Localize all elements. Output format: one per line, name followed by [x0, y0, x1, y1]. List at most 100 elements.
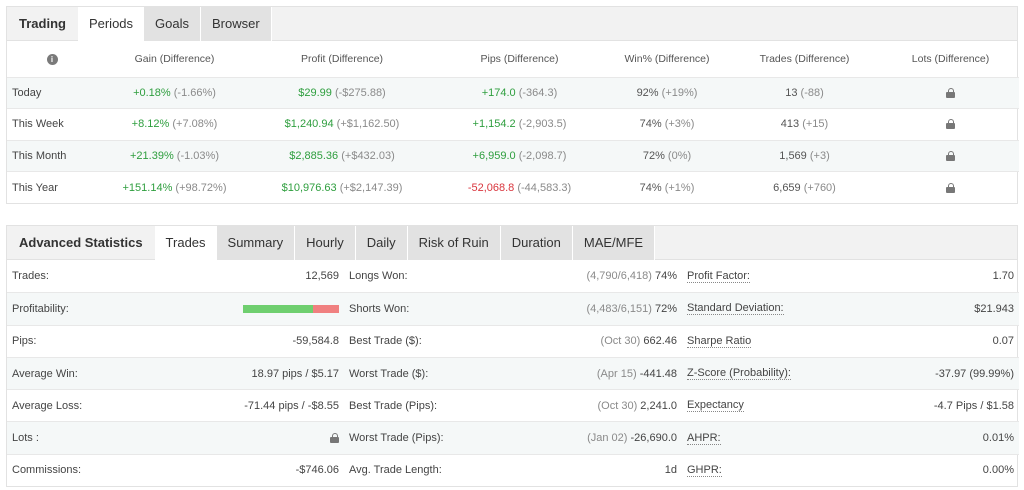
- stat-label: Lots :: [12, 432, 39, 445]
- profitability-lost-segment: [313, 305, 339, 314]
- stat-paren: (4,790/6,418): [586, 270, 652, 283]
- stat-label: Avg. Trade Length:: [349, 464, 442, 477]
- stat-value: $21.943: [974, 302, 1014, 315]
- tab-trading[interactable]: Trading: [7, 7, 78, 41]
- stat-value: 1d: [665, 464, 677, 476]
- stat-label: Pips:: [12, 335, 37, 348]
- stat-paren: (Apr 15): [596, 367, 637, 380]
- stat-value: (4,790/6,418) 74%: [586, 270, 677, 282]
- periods-table: i Gain (Difference) Profit (Difference) …: [7, 41, 1019, 203]
- stat-label[interactable]: Standard Deviation:: [687, 302, 784, 316]
- stat-label: Longs Won:: [349, 270, 408, 283]
- profit-diff: (+$2,147.39): [339, 181, 403, 194]
- tab-goals[interactable]: Goals: [144, 7, 201, 41]
- pips-cell: +6,959.0 (-2,098.7): [432, 139, 607, 172]
- stat-profit-factor: Profit Factor: 1.70: [682, 260, 1019, 292]
- stat-ghpr: GHPR: 0.00%: [682, 453, 1019, 486]
- lots-cell: [882, 139, 1019, 172]
- gain-cell: +8.12% (+7.08%): [97, 108, 252, 140]
- stat-label: Worst Trade (Pips):: [349, 432, 444, 445]
- stat-label[interactable]: AHPR:: [687, 432, 721, 445]
- tab-periods[interactable]: Periods: [77, 7, 145, 41]
- win-value: 92%: [636, 86, 659, 99]
- stat-worst-trade-dollar: Worst Trade ($): (Apr 15) -441.48: [344, 356, 682, 390]
- gain-diff: (+98.72%): [175, 181, 227, 194]
- lock-icon: [946, 87, 955, 98]
- stat-value: (Apr 15) -441.48: [597, 368, 677, 380]
- info-icon[interactable]: i: [46, 53, 58, 65]
- tab-mae-mfe[interactable]: MAE/MFE: [572, 226, 656, 260]
- advanced-statistics-title: Advanced Statistics: [19, 235, 143, 250]
- stat-average-loss: Average Loss: -71.44 pips / -$8.55: [7, 389, 344, 421]
- stat-trades: Trades: 12,569: [7, 260, 344, 292]
- profitability-won-segment: [243, 305, 314, 314]
- pips-diff: (-44,583.3): [517, 181, 572, 194]
- stat-value: (Oct 30) 2,241.0: [598, 400, 678, 412]
- stat-label: Trades:: [12, 270, 49, 283]
- table-row: Today +0.18% (-1.66%) $29.99 (-$275.88) …: [7, 76, 1019, 109]
- stat-value: 0.07: [992, 335, 1014, 348]
- col-header-pips: Pips (Difference): [480, 52, 559, 65]
- tab-browser[interactable]: Browser: [201, 7, 272, 41]
- stat-value: 12,569: [305, 270, 339, 283]
- stat-value: -37.97 (99.99%): [935, 367, 1014, 380]
- lots-cell: [882, 171, 1019, 203]
- stat-number: 2,241.0: [640, 399, 677, 412]
- gain-value: +151.14%: [122, 181, 173, 194]
- stat-expectancy: Expectancy -4.7 Pips / $1.58: [682, 389, 1019, 421]
- win-diff: (+1%): [664, 181, 695, 194]
- tab-trades[interactable]: Trades: [154, 226, 217, 260]
- gain-diff: (-1.03%): [176, 149, 219, 162]
- pips-value: +1,154.2: [472, 118, 516, 131]
- table-row: This Year +151.14% (+98.72%) $10,976.63 …: [7, 171, 1019, 203]
- tab-duration[interactable]: Duration: [500, 226, 573, 260]
- profit-value: $29.99: [298, 86, 332, 99]
- stat-paren: (Oct 30): [597, 399, 638, 412]
- stat-label: Profitability:: [12, 302, 69, 315]
- stat-paren: (Oct 30): [600, 335, 641, 348]
- gain-cell: +151.14% (+98.72%): [97, 171, 252, 203]
- stat-value: -59,584.8: [292, 335, 339, 348]
- stat-value: -71.44 pips / -$8.55: [244, 399, 339, 412]
- trades-value: 13: [785, 86, 798, 99]
- stat-value: [330, 432, 339, 444]
- tab-daily[interactable]: Daily: [355, 226, 408, 260]
- win-value: 74%: [639, 181, 662, 194]
- stat-ahpr: AHPR: 0.01%: [682, 421, 1019, 454]
- pips-value: +174.0: [481, 86, 516, 99]
- pips-diff: (-364.3): [518, 86, 558, 99]
- tab-risk-of-ruin[interactable]: Risk of Ruin: [407, 226, 501, 260]
- gain-value: +0.18%: [133, 86, 171, 99]
- trades-value: 1,569: [779, 149, 807, 162]
- tab-summary[interactable]: Summary: [216, 226, 296, 260]
- win-value: 74%: [639, 118, 662, 131]
- row-label: This Month: [7, 139, 97, 172]
- stat-profitability: Profitability:: [7, 292, 344, 325]
- lock-icon: [946, 182, 955, 193]
- stat-value: 0.00%: [982, 464, 1014, 477]
- stat-number: 662.46: [643, 335, 677, 348]
- stat-paren: (4,483/6,151): [586, 302, 652, 315]
- stat-number: 74%: [654, 270, 677, 283]
- profit-value: $10,976.63: [281, 181, 337, 194]
- col-header-lots: Lots (Difference): [911, 52, 990, 65]
- lock-icon: [946, 150, 955, 161]
- stat-label: Best Trade ($):: [349, 335, 422, 348]
- stat-label: Shorts Won:: [349, 302, 410, 315]
- win-cell: 72% (0%): [607, 139, 727, 172]
- trades-cell: 6,659 (+760): [727, 171, 882, 203]
- stat-label[interactable]: Z-Score (Probability):: [687, 367, 791, 381]
- stat-label[interactable]: Sharpe Ratio: [687, 335, 752, 348]
- trades-cell: 413 (+15): [727, 108, 882, 140]
- stat-label[interactable]: Expectancy: [687, 399, 744, 413]
- win-diff: (+19%): [661, 86, 698, 99]
- stat-number: -441.48: [639, 367, 677, 380]
- stat-label[interactable]: Profit Factor:: [687, 270, 750, 283]
- stat-label[interactable]: GHPR:: [687, 464, 722, 477]
- profit-value: $1,240.94: [284, 118, 334, 131]
- row-label: This Week: [7, 108, 97, 140]
- stat-sharpe-ratio: Sharpe Ratio 0.07: [682, 324, 1019, 357]
- stat-label: Best Trade (Pips):: [349, 399, 438, 412]
- stat-longs-won: Longs Won: (4,790/6,418) 74%: [344, 260, 682, 292]
- tab-hourly[interactable]: Hourly: [295, 226, 356, 260]
